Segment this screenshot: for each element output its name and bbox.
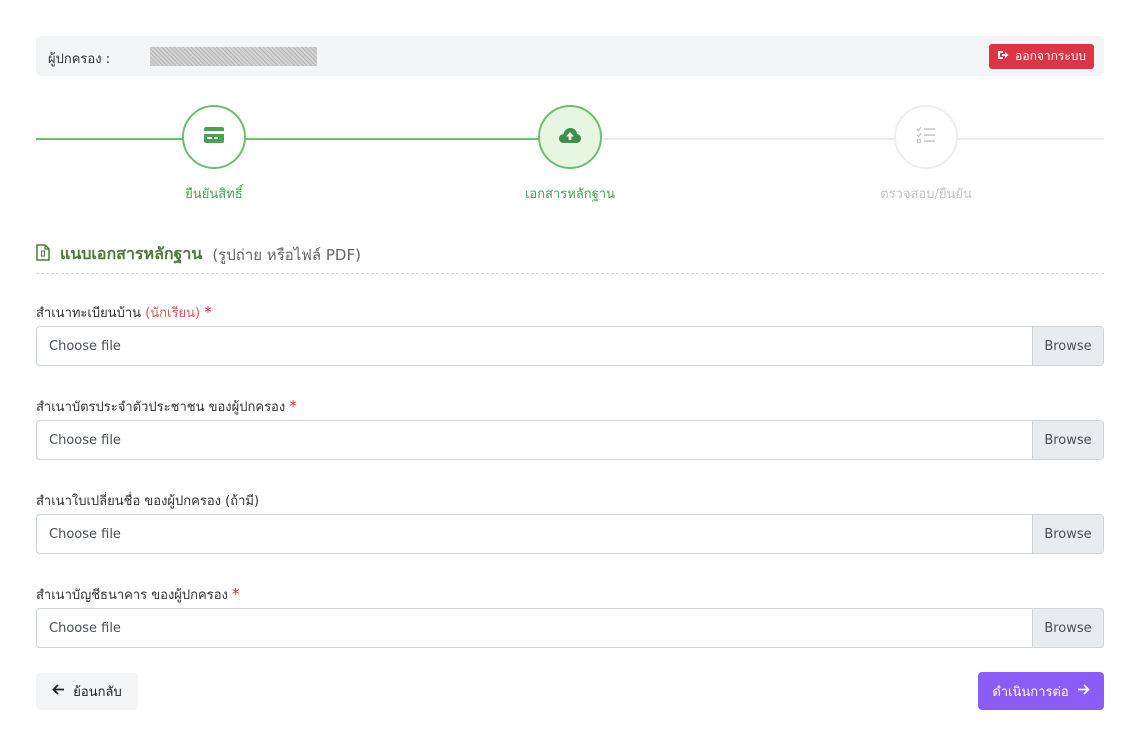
guardian-label: ผู้ปกครอง : xyxy=(48,52,111,67)
progress-stepper: ยืนยันสิทธิ์ เอกสารหลักฐาน ตรวจสอบ/ยืนยั… xyxy=(36,100,1104,210)
field-label-text: สำเนาบัตรประจำตัวประชาชน ของผู้ปกครอง xyxy=(36,400,286,415)
section-title: แนบเอกสารหลักฐาน (รูปถ่าย หรือไฟล์ PDF) xyxy=(36,242,361,267)
logout-label: ออกจากระบบ xyxy=(1015,49,1086,63)
file-input-guardian-name-change[interactable]: Choose file Browse xyxy=(36,514,1104,554)
required-marker: * xyxy=(289,397,297,415)
browse-button[interactable]: Browse xyxy=(1032,327,1103,365)
browse-button[interactable]: Browse xyxy=(1032,515,1103,553)
field-note: (นักเรียน) xyxy=(145,306,201,321)
stepper-line-pending xyxy=(574,138,1104,140)
section-subtitle: (รูปถ่าย หรือไฟล์ PDF) xyxy=(212,245,361,264)
step-3-label: ตรวจสอบ/ยืนยัน xyxy=(880,187,972,202)
file-input-placeholder: Choose file xyxy=(49,527,121,542)
cloud-upload-icon xyxy=(558,126,582,148)
field-label: สำเนาทะเบียนบ้าน (นักเรียน) * xyxy=(36,302,1104,321)
sign-out-icon xyxy=(997,49,1009,64)
file-input-house-registration[interactable]: Choose file Browse xyxy=(36,326,1104,366)
step-2-label: เอกสารหลักฐาน xyxy=(524,187,616,202)
step-1-circle xyxy=(182,105,246,169)
field-house-registration: สำเนาทะเบียนบ้าน (นักเรียน) * Choose fil… xyxy=(36,302,1104,366)
browse-button[interactable]: Browse xyxy=(1032,421,1103,459)
field-label: สำเนาบัญชีธนาคาร ของผู้ปกครอง * xyxy=(36,584,1104,603)
field-label-text: สำเนาทะเบียนบ้าน xyxy=(36,306,142,321)
required-marker: * xyxy=(204,303,212,321)
step-2-circle xyxy=(538,105,602,169)
file-input-guardian-id-card[interactable]: Choose file Browse xyxy=(36,420,1104,460)
arrow-left-icon xyxy=(52,684,65,699)
step-3-circle xyxy=(894,105,958,169)
file-input-placeholder: Choose file xyxy=(49,433,121,448)
stepper-line-done xyxy=(36,138,574,140)
file-icon xyxy=(36,244,50,265)
arrow-right-icon xyxy=(1077,683,1090,699)
step-1-label: ยืนยันสิทธิ์ xyxy=(185,187,243,202)
back-button[interactable]: ย้อนกลับ xyxy=(36,673,138,710)
section-divider xyxy=(36,273,1104,274)
credit-card-icon xyxy=(203,126,225,148)
field-guardian-name-change: สำเนาใบเปลี่ยนชื่อ ของผู้ปกครอง (ถ้ามี) … xyxy=(36,490,1104,554)
next-button[interactable]: ดำเนินการต่อ xyxy=(978,672,1104,710)
field-guardian-id-card: สำเนาบัตรประจำตัวประชาชน ของผู้ปกครอง * … xyxy=(36,396,1104,460)
file-input-placeholder: Choose file xyxy=(49,621,121,636)
required-marker: * xyxy=(232,585,240,603)
field-label-text: สำเนาใบเปลี่ยนชื่อ ของผู้ปกครอง (ถ้ามี) xyxy=(36,494,260,509)
logout-button[interactable]: ออกจากระบบ xyxy=(989,44,1094,69)
guardian-bar: ผู้ปกครอง : ออกจากระบบ xyxy=(36,36,1104,76)
guardian-name-redacted xyxy=(150,47,317,66)
browse-button[interactable]: Browse xyxy=(1032,609,1103,647)
field-label: สำเนาใบเปลี่ยนชื่อ ของผู้ปกครอง (ถ้ามี) xyxy=(36,490,1104,509)
section-title-text: แนบเอกสารหลักฐาน xyxy=(60,244,203,263)
file-input-placeholder: Choose file xyxy=(49,339,121,354)
next-label: ดำเนินการต่อ xyxy=(992,684,1069,700)
field-label-text: สำเนาบัญชีธนาคาร ของผู้ปกครอง xyxy=(36,588,228,603)
field-label: สำเนาบัตรประจำตัวประชาชน ของผู้ปกครอง * xyxy=(36,396,1104,415)
tasks-list-icon xyxy=(916,126,936,148)
field-guardian-bank-account: สำเนาบัญชีธนาคาร ของผู้ปกครอง * Choose f… xyxy=(36,584,1104,648)
back-label: ย้อนกลับ xyxy=(73,685,122,700)
file-input-guardian-bank-account[interactable]: Choose file Browse xyxy=(36,608,1104,648)
